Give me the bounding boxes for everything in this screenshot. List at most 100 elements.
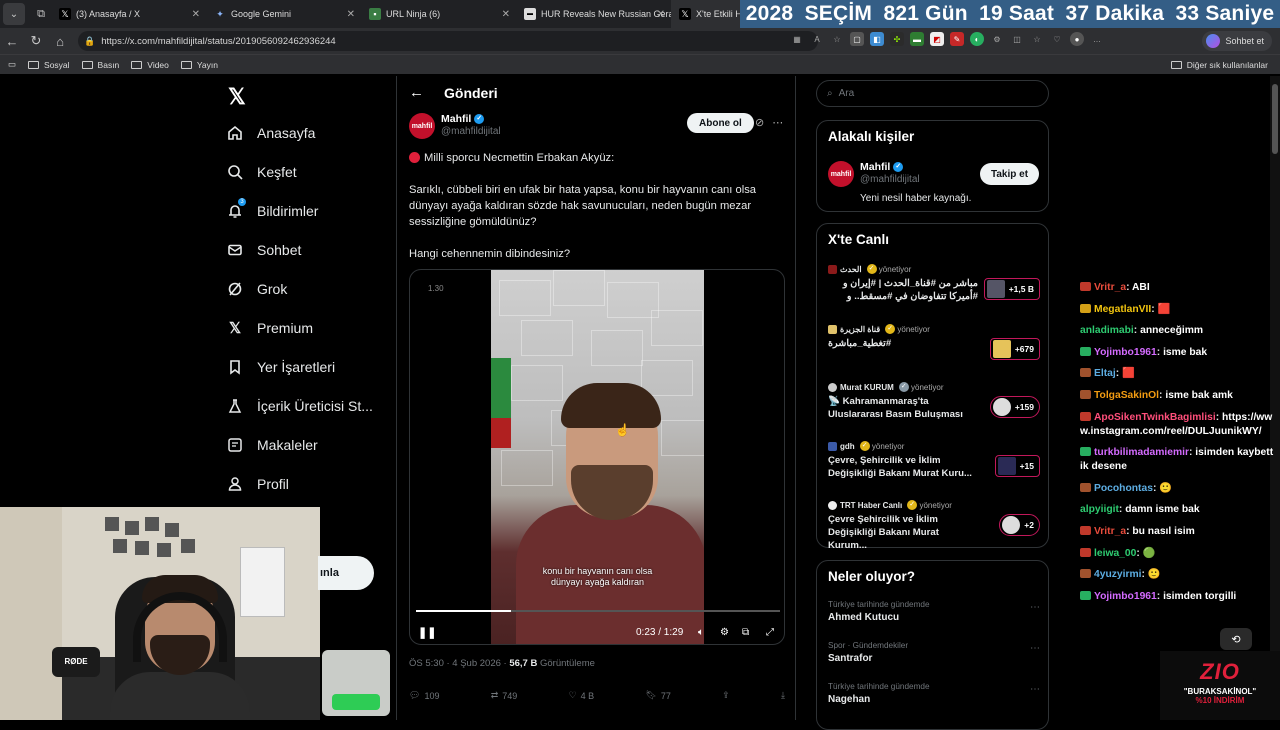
scroll-thumb[interactable] xyxy=(1272,84,1278,154)
chat-username[interactable]: MegatlanVII xyxy=(1094,304,1151,315)
favorite-icon[interactable]: ☆ xyxy=(830,32,844,46)
close-icon[interactable]: ✕ xyxy=(347,9,355,20)
refresh-icon[interactable]: ↻ xyxy=(24,33,48,49)
back-arrow-icon[interactable]: ← xyxy=(409,84,424,101)
chat-username[interactable]: leiwa_00 xyxy=(1094,548,1136,559)
nav-item-home[interactable]: Anasayfa xyxy=(226,124,315,142)
chat-username[interactable]: Vritr_a xyxy=(1094,282,1126,293)
live-item[interactable]: TRT Haber Canlı ✓ yönetiyor Çevre Şehirci… xyxy=(828,500,1040,552)
profile-icon[interactable]: ● xyxy=(1070,32,1084,46)
live-listener-badge[interactable]: +159 xyxy=(989,396,1040,418)
copilot-chat-button[interactable]: Sohbet et xyxy=(1202,31,1272,51)
tab-actions-icon[interactable]: ⌄ xyxy=(3,3,25,25)
home-icon[interactable]: ⌂ xyxy=(48,34,72,49)
chat-username[interactable]: 4yuzyirmi xyxy=(1094,569,1142,580)
video-progress-bar[interactable] xyxy=(416,610,780,612)
collections-icon[interactable]: ♡ xyxy=(1050,32,1064,46)
bookmark-button[interactable]: 🔖︎ 77 xyxy=(645,690,670,701)
live-listener-badge[interactable]: +679 xyxy=(989,338,1040,360)
extension-icon[interactable]: ✣ xyxy=(890,32,904,46)
fullscreen-icon[interactable]: ⤢ xyxy=(766,627,774,638)
close-icon[interactable]: ✕ xyxy=(657,9,665,20)
trend-item[interactable]: Türkiye tarihinde gündemde Ahmed Kutucu ⋯ xyxy=(828,600,1040,623)
avatar[interactable]: mahfil xyxy=(828,161,854,187)
share-button[interactable]: ⇪ xyxy=(722,690,730,701)
extension-icon[interactable]: ✎ xyxy=(950,32,964,46)
bookmarks-menu-icon[interactable]: ▭ xyxy=(8,59,16,70)
read-aloud-icon[interactable]: A xyxy=(810,32,824,46)
close-icon[interactable]: ✕ xyxy=(502,9,510,20)
apps-icon[interactable]: ▦ xyxy=(790,32,804,46)
extension-icon[interactable]: ◧ xyxy=(870,32,884,46)
chat-username[interactable]: Pocohontas xyxy=(1094,483,1153,494)
follow-button[interactable]: Takip et xyxy=(980,163,1040,185)
favorites-bar-icon[interactable]: ☆ xyxy=(1030,32,1044,46)
bookmark-folder-other[interactable]: Diğer sık kullanılanlar xyxy=(1170,60,1268,70)
live-item[interactable]: قناة الجزيرة ✓ yönetiyor #تغطية_مباشرة +6… xyxy=(828,324,1040,360)
nav-item-premium[interactable]: 𝕏 Premium xyxy=(226,319,313,337)
subscribe-button[interactable]: Abone ol xyxy=(687,113,754,133)
reply-button[interactable]: 💬︎ 109 xyxy=(409,690,439,701)
post-author[interactable]: mahfil Mahfil ✓ @mahfildijital xyxy=(409,113,501,139)
trend-item[interactable]: Türkiye tarihinde gündemde Nagehan ⋯ xyxy=(828,682,1040,705)
pip-icon[interactable]: ⧉ xyxy=(742,627,749,638)
video-frame[interactable]: ☝ xyxy=(491,270,704,644)
download-button[interactable]: ⤓ xyxy=(781,690,785,701)
extension-icon[interactable]: ▢ xyxy=(850,32,864,46)
chat-username[interactable]: Eltaj xyxy=(1094,368,1116,379)
nav-item-explore[interactable]: Keşfet xyxy=(226,163,297,181)
chat-username[interactable]: turkbilimadamiemir xyxy=(1094,447,1189,458)
bookmark-folder-yayin[interactable]: Yayın xyxy=(180,60,218,70)
trend-item[interactable]: Spor · Gündemdekiler Santrafor ⋯ xyxy=(828,641,1040,664)
volume-icon[interactable]: 🔈︎ xyxy=(698,627,704,638)
x-logo-icon[interactable]: 𝕏 xyxy=(228,84,246,110)
nav-item-notifications[interactable]: 3 Bildirimler xyxy=(226,198,318,220)
extension-icon[interactable]: ◐ xyxy=(970,32,984,46)
more-icon[interactable]: … xyxy=(1090,32,1104,46)
more-icon[interactable]: ⋯ xyxy=(1030,684,1040,695)
extension-icon[interactable]: ◩ xyxy=(930,32,944,46)
extension-icon[interactable]: ⚙ xyxy=(990,32,1004,46)
live-item[interactable]: Murat KURUM ✓ yönetiyor 📡 Kahramanmaraş't… xyxy=(828,382,1040,421)
chat-username[interactable]: Vritr_a xyxy=(1094,526,1126,537)
url-input[interactable]: 🔒 https://x.com/mahfildijital/status/2019… xyxy=(78,31,818,51)
nav-item-articles[interactable]: Makaleler xyxy=(226,436,318,454)
chat-username[interactable]: alpyiigit xyxy=(1080,504,1119,515)
chat-username[interactable]: ApoSikenTwinkBagimlisi xyxy=(1094,412,1216,423)
live-item[interactable]: الحدث ✓ yönetiyor مباشر من #قناة_الحدث | … xyxy=(828,264,1040,303)
repost-button[interactable]: ⇄ 749 xyxy=(491,690,518,701)
more-icon[interactable]: ⋯ xyxy=(772,116,783,129)
post-button-fragment[interactable]: ınla xyxy=(318,556,374,590)
video-player[interactable]: 1.30 ☝ konu bir hayvanın canı olsa dünyay… xyxy=(409,269,785,645)
more-icon[interactable]: ⋯ xyxy=(1030,643,1040,654)
live-listener-badge[interactable]: +1,5 B xyxy=(983,278,1040,300)
nav-item-chat[interactable]: Sohbet xyxy=(226,241,301,259)
nav-item-grok[interactable]: Grok xyxy=(226,280,287,298)
avatar[interactable]: mahfil xyxy=(409,113,435,139)
nav-item-bookmarks[interactable]: Yer İşaretleri xyxy=(226,358,335,376)
chat-username[interactable]: Yojimbo1961 xyxy=(1094,591,1157,602)
bookmark-folder-video[interactable]: Video xyxy=(131,60,169,70)
like-button[interactable]: ♡ 4 B xyxy=(569,690,595,701)
bookmark-folder-basin[interactable]: Basın xyxy=(81,60,119,70)
grok-icon[interactable]: ⊘ xyxy=(755,116,764,129)
tab-hur[interactable]: ▬ HUR Reveals New Russian Geran ✕ xyxy=(516,0,671,28)
workspaces-icon[interactable]: ⧉ xyxy=(31,8,51,21)
bookmark-folder-sosyal[interactable]: Sosyal xyxy=(28,60,70,70)
chat-username[interactable]: Yojimbo1961 xyxy=(1094,347,1157,358)
chat-username[interactable]: anladimabi xyxy=(1080,325,1134,336)
nav-item-profile[interactable]: Profil xyxy=(226,475,289,493)
search-input[interactable]: ⌕ Ara xyxy=(816,80,1049,107)
live-listener-badge[interactable]: +2 xyxy=(999,514,1040,536)
tab-gemini[interactable]: ✦ Google Gemini ✕ xyxy=(206,0,361,28)
tab-anasayfa[interactable]: 𝕏 (3) Anasayfa / X ✕ xyxy=(51,0,206,28)
split-screen-icon[interactable]: ◫ xyxy=(1010,32,1024,46)
more-icon[interactable]: ⋯ xyxy=(1030,602,1040,613)
tab-url-ninja[interactable]: ▪ URL Ninja (6) ✕ xyxy=(361,0,516,28)
chat-username[interactable]: TolgaSakinOl xyxy=(1094,390,1159,401)
settings-icon[interactable]: ⚙ xyxy=(720,627,729,638)
author-handle[interactable]: @mahfildijital xyxy=(441,126,501,137)
live-item[interactable]: gdh ✓ yönetiyor Çevre, Şehircilik ve İkli… xyxy=(828,441,1040,480)
related-person[interactable]: mahfil Mahfil ✓ @mahfildijital xyxy=(828,161,920,187)
post-timestamp[interactable]: ÖS 5:30 · 4 Şub 2026 · xyxy=(409,658,509,669)
